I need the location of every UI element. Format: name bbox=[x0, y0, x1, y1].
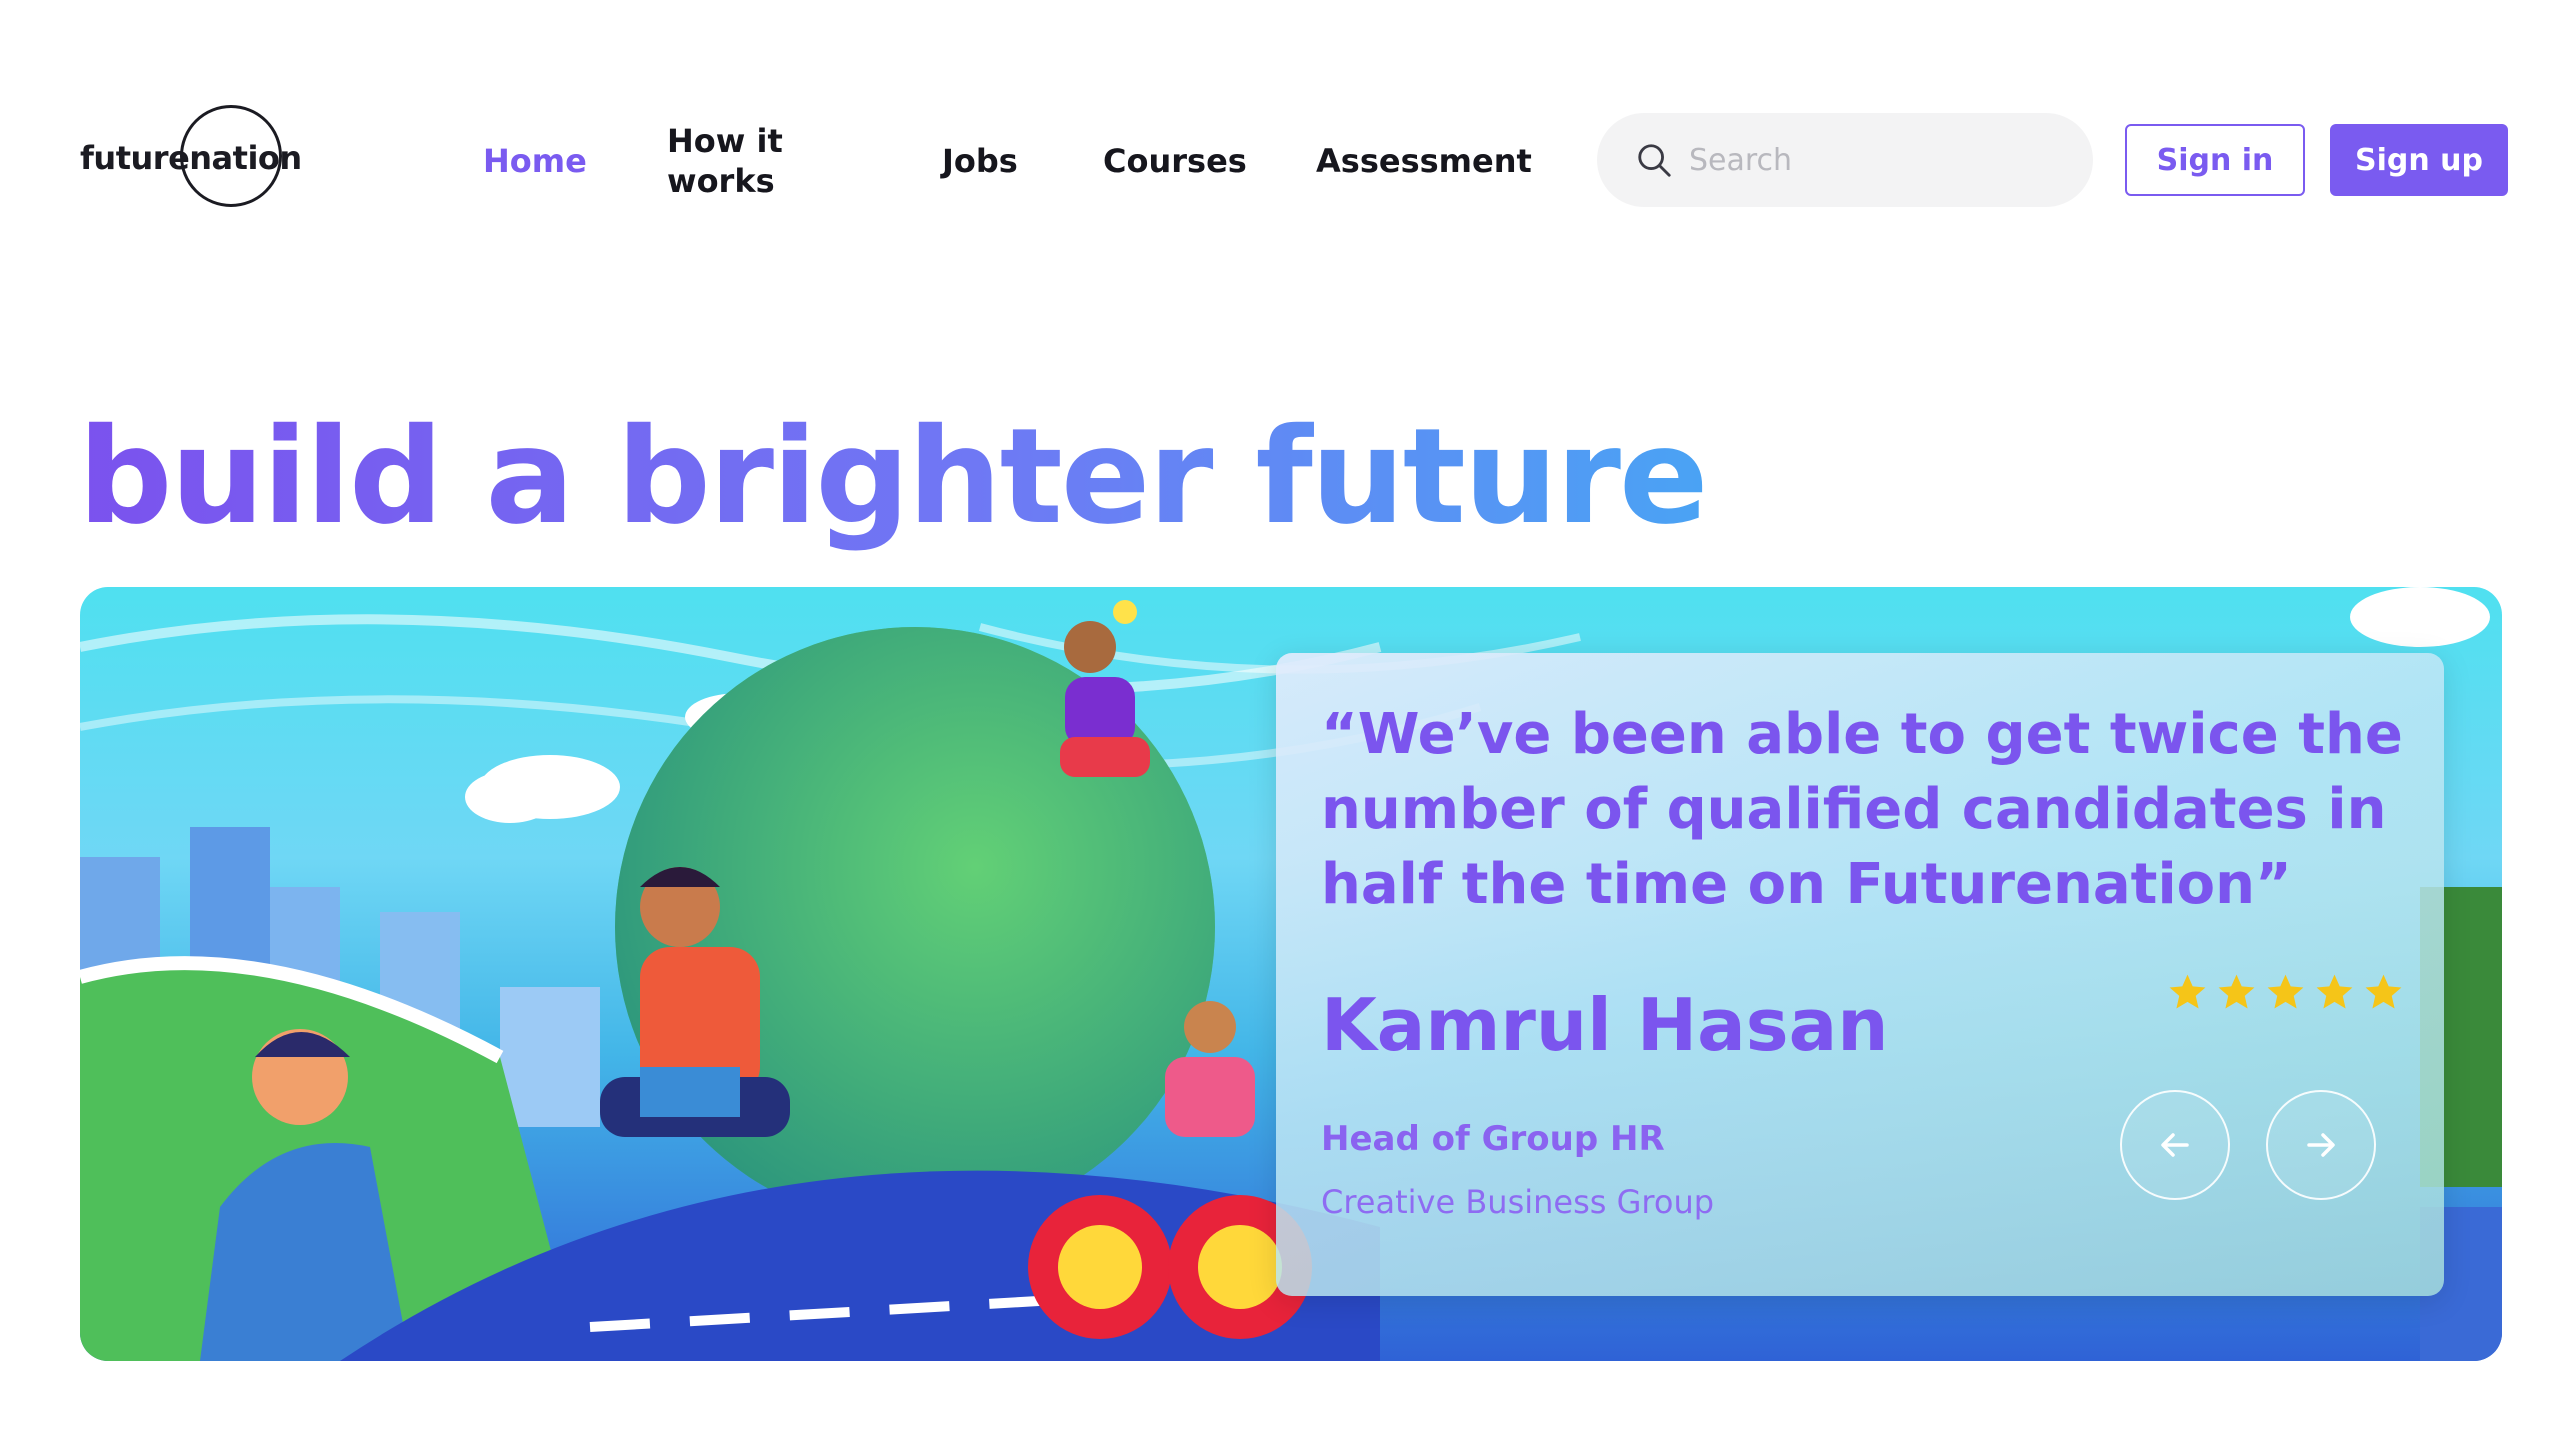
nav-how-it-works[interactable]: How it works bbox=[667, 121, 817, 201]
next-testimonial-button[interactable] bbox=[2266, 1090, 2376, 1200]
search-input[interactable] bbox=[1689, 135, 2069, 185]
testimonial-card: “We’ve been able to get twice the number… bbox=[1276, 653, 2444, 1296]
arrow-left-icon bbox=[2161, 1133, 2189, 1157]
star-icon bbox=[2365, 974, 2402, 1009]
star-icon bbox=[2316, 974, 2353, 1009]
testimonial-company: Creative Business Group bbox=[1321, 1183, 1715, 1221]
previous-testimonial-button[interactable] bbox=[2120, 1090, 2230, 1200]
search-icon bbox=[1638, 144, 1671, 177]
testimonial-role: Head of Group HR bbox=[1321, 1119, 1665, 1159]
logo[interactable]: futurenation bbox=[80, 105, 302, 215]
testimonial-quote: “We’ve been able to get twice the number… bbox=[1321, 702, 2403, 917]
nav-assessment[interactable]: Assessment bbox=[1316, 141, 1532, 181]
sign-in-button[interactable]: Sign in bbox=[2125, 124, 2305, 196]
testimonial-author: Kamrul Hasan bbox=[1321, 983, 1889, 1067]
hero-banner: “We’ve been able to get twice the number… bbox=[80, 587, 2502, 1361]
logo-text: futurenation bbox=[80, 139, 302, 177]
star-icon bbox=[2169, 974, 2206, 1009]
arrow-right-icon bbox=[2307, 1133, 2335, 1157]
hero-title: build a brighter future bbox=[78, 400, 1708, 554]
nav-home[interactable]: Home bbox=[483, 141, 587, 181]
star-icon bbox=[2218, 974, 2255, 1009]
nav-jobs[interactable]: Jobs bbox=[942, 141, 1018, 181]
rating-stars bbox=[2166, 971, 2405, 1014]
sign-up-button[interactable]: Sign up bbox=[2330, 124, 2508, 196]
page: futurenation Home How it works Jobs Cour… bbox=[0, 0, 2560, 1456]
search-bar[interactable] bbox=[1597, 113, 2093, 207]
star-icon bbox=[2267, 974, 2304, 1009]
nav-courses[interactable]: Courses bbox=[1103, 141, 1247, 181]
